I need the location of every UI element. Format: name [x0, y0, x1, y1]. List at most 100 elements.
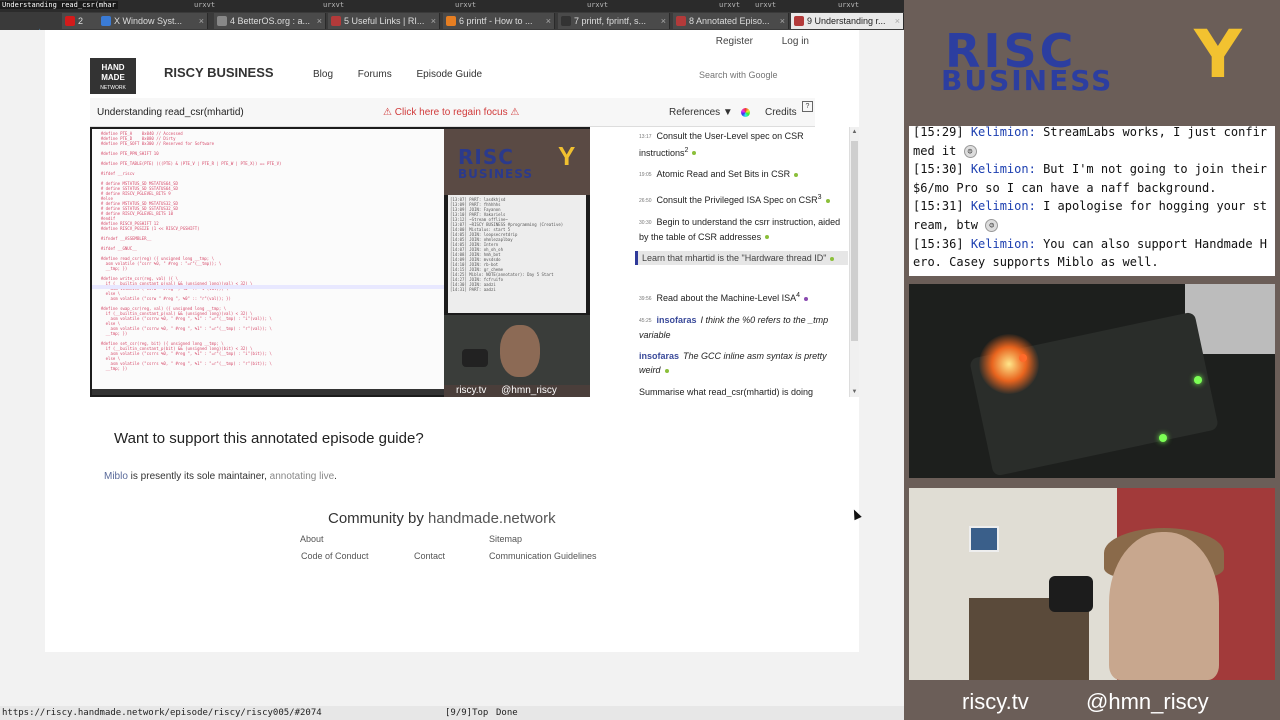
- browser-tab[interactable]: 7 printf, fprintf, s... ×: [558, 13, 670, 29]
- video-player[interactable]: #define PTE_A 0x040 // Accessed #define …: [90, 127, 590, 397]
- mini-logo-riscy: RISC: [458, 145, 514, 169]
- browser-tab[interactable]: 5 Useful Links | RI... ×: [328, 13, 440, 29]
- tab-label: 9 Understanding r...: [807, 16, 886, 26]
- scrollbar-thumb[interactable]: [851, 141, 858, 341]
- chat-text: But I'm not going to join their $6/mo Pr…: [913, 162, 1275, 195]
- stream-overlay: RISC BUSINESS Y [15:29] Kelimion: Stream…: [904, 0, 1280, 720]
- browser-tab[interactable]: 6 printf - How to ... ×: [443, 13, 555, 29]
- chat-text: I apologise for hogging your stream, btw: [913, 199, 1268, 232]
- annotating-live-link[interactable]: annotating live: [270, 471, 335, 482]
- stream-footer: riscy.tv @hmn_riscy: [904, 684, 1280, 720]
- support-middle: is presently its sole maintainer,: [127, 471, 270, 482]
- browser-tab[interactable]: 9 Understanding r... ×: [791, 13, 904, 29]
- footer-contact-link[interactable]: Contact: [414, 551, 445, 561]
- close-tab-icon[interactable]: ×: [546, 13, 551, 29]
- close-tab-icon[interactable]: ×: [199, 13, 204, 29]
- marker-item[interactable]: 39:56 Read about the Machine-Level ISA4: [635, 289, 848, 306]
- page-viewport: Register Log in HAND MADE NETWORK RISCY …: [0, 30, 904, 706]
- marker-timestamp: 13:17: [639, 133, 652, 140]
- marker-item[interactable]: Learn that mhartid is the "Hardware thre…: [635, 251, 848, 265]
- reference-number[interactable]: 2: [685, 147, 689, 154]
- marker-item[interactable]: Summarise what read_csr(mhartid) is doin…: [635, 385, 848, 397]
- marker-chat-item[interactable]: insofaras The GCC inline asm syntax is pr…: [635, 349, 848, 377]
- marker-item[interactable]: 13:17 Consult the User-Level spec on CSR …: [635, 129, 848, 160]
- nav-forums[interactable]: Forums: [358, 69, 392, 80]
- mini-webcam-frame: [444, 315, 590, 385]
- stream-chat: [15:29] Kelimion: StreamLabs works, I ju…: [909, 126, 1275, 276]
- community-prefix: Community by: [328, 510, 429, 527]
- footer-communication-guidelines-link[interactable]: Communication Guidelines: [489, 551, 597, 561]
- login-link[interactable]: Log in: [782, 36, 809, 47]
- marker-author: insofaras: [656, 315, 697, 325]
- status-url: https://riscy.handmade.network/episode/r…: [2, 708, 322, 718]
- scroll-down-icon[interactable]: ▼: [851, 388, 858, 396]
- credits-menu[interactable]: Credits: [765, 107, 797, 118]
- title-strip-segment: urxvt: [755, 1, 777, 9]
- color-wheel-icon[interactable]: [741, 108, 750, 117]
- browser-tab[interactable]: X Window Syst... ×: [98, 13, 208, 29]
- browser-status-bar: https://riscy.handmade.network/episode/r…: [0, 706, 904, 720]
- grid-icon: [331, 16, 341, 26]
- cursor-line-highlight: [92, 285, 444, 289]
- marker-chat-item[interactable]: 45:25 insofaras I think the %0 refers to t…: [635, 313, 848, 342]
- footer-about-link[interactable]: About: [300, 534, 324, 544]
- scroll-up-icon[interactable]: ▲: [851, 128, 858, 136]
- maintainer-link[interactable]: Miblo: [104, 471, 128, 482]
- chat-message: [15:31] Kelimion: I apologise for hoggin…: [913, 197, 1271, 234]
- episode-markers-list: 13:17 Consult the User-Level spec on CSR …: [635, 127, 848, 397]
- close-tab-icon[interactable]: ×: [661, 13, 666, 29]
- reference-number[interactable]: 3: [818, 194, 822, 201]
- page-icon: [217, 16, 227, 26]
- reference-number[interactable]: 4: [796, 292, 800, 299]
- references-menu[interactable]: References ▼: [669, 107, 733, 118]
- category-dot-icon: [830, 256, 835, 261]
- marker-timestamp: 26:50: [639, 197, 652, 204]
- site-title[interactable]: RISCY BUSINESS: [164, 65, 274, 80]
- marker-item[interactable]: 19:05 Atomic Read and Set Bits in CSR: [635, 167, 848, 182]
- marker-item[interactable]: 26:50 Consult the Privileged ISA Spec on …: [635, 191, 848, 208]
- mini-logo-y: Y: [558, 141, 576, 171]
- support-text: Miblo is presently its sole maintainer, …: [104, 471, 337, 482]
- title-strip-segment: urxvt: [838, 1, 860, 9]
- marker-item[interactable]: 30:30 Begin to understand the csrr instru…: [635, 215, 848, 244]
- stream-handle: @hmn_riscy: [1086, 689, 1209, 714]
- search-input[interactable]: [697, 67, 811, 83]
- nav-blog[interactable]: Blog: [313, 69, 333, 80]
- register-link[interactable]: Register: [716, 36, 753, 47]
- footer-sitemap-link[interactable]: Sitemap: [489, 534, 522, 544]
- category-dot-icon: [804, 296, 809, 301]
- mini-brand-bar: riscy.tv @hmn_riscy: [444, 385, 590, 397]
- youtube-icon: [65, 16, 75, 26]
- hardware-camera: [909, 284, 1275, 478]
- marker-text: Atomic Read and Set Bits in CSR: [656, 169, 791, 179]
- chat-message: [15:36] Kelimion: You can also support H…: [913, 235, 1271, 272]
- web-icon: [101, 16, 111, 26]
- category-dot-icon: [692, 151, 697, 156]
- close-tab-icon[interactable]: ×: [431, 13, 436, 29]
- handmade-network-logo[interactable]: HAND MADE NETWORK: [90, 58, 136, 94]
- streamer-face: [500, 325, 540, 377]
- smiley-icon: ☺: [985, 218, 999, 232]
- browser-tab[interactable]: 8 Annotated Episo... ×: [673, 13, 789, 29]
- markers-scrollbar[interactable]: ▲ ▼: [849, 127, 859, 397]
- nav-episode-guide[interactable]: Episode Guide: [416, 69, 482, 80]
- handmade-network-link[interactable]: handmade.network: [428, 510, 556, 527]
- grid-icon: [794, 16, 804, 26]
- marker-timestamp: 19:05: [639, 171, 652, 178]
- microphone: [462, 349, 488, 367]
- regain-focus-link[interactable]: ⚠ Click here to regain focus ⚠: [383, 107, 519, 118]
- browser-tab[interactable]: 4 BetterOS.org : a... ×: [214, 13, 326, 29]
- chat-nick: Kelimion:: [970, 162, 1036, 177]
- footer-code-of-conduct-link[interactable]: Code of Conduct: [301, 551, 369, 561]
- title-strip-segment: urxvt: [719, 1, 741, 9]
- chat-nick: Kelimion:: [970, 126, 1036, 139]
- close-tab-icon[interactable]: ×: [895, 13, 900, 29]
- board-glow: [979, 334, 1039, 394]
- close-tab-icon[interactable]: ×: [780, 13, 785, 29]
- help-icon[interactable]: ?: [802, 101, 813, 112]
- chat-nick: Kelimion:: [970, 236, 1036, 251]
- category-dot-icon: [664, 368, 669, 373]
- category-dot-icon: [794, 172, 799, 177]
- close-tab-icon[interactable]: ×: [317, 13, 322, 29]
- tab-label: X Window Syst...: [114, 16, 183, 26]
